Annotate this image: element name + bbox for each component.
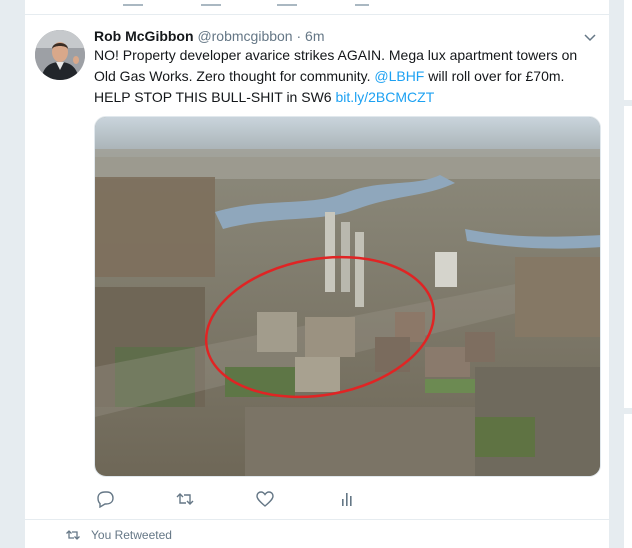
right-edge-divider — [624, 100, 632, 106]
retweeted-label: You Retweeted — [91, 528, 172, 542]
url-link[interactable]: bit.ly/2BCMCZT — [335, 89, 434, 105]
retweet-context-icon — [65, 529, 81, 541]
tweet-divider — [25, 519, 609, 520]
previous-tweet-action-stub — [355, 0, 369, 6]
author-handle[interactable]: @robmcgibbon — [197, 28, 292, 44]
previous-tweet-action-stub — [277, 0, 297, 6]
analytics-icon[interactable] — [337, 490, 357, 508]
reply-icon[interactable] — [95, 490, 115, 509]
retweet-icon[interactable] — [175, 490, 195, 508]
previous-tweet-action-stub — [123, 0, 143, 6]
timeline-column: Rob McGibbon @robmcgibbon · 6m NO! Prope… — [24, 0, 610, 548]
right-edge-strip — [624, 0, 632, 548]
chevron-down-icon[interactable] — [582, 29, 598, 45]
previous-tweet-action-stub — [201, 0, 221, 6]
tweet-header: Rob McGibbon @robmcgibbon · 6m — [94, 27, 325, 45]
tweet-text: NO! Property developer avarice strikes A… — [94, 45, 594, 108]
avatar[interactable] — [35, 30, 85, 80]
separator-dot: · — [296, 28, 302, 44]
tweet-separator — [25, 14, 609, 15]
heart-icon[interactable] — [255, 490, 275, 508]
author-name[interactable]: Rob McGibbon — [94, 28, 194, 44]
mention-link[interactable]: @LBHF — [374, 68, 424, 84]
tweet-image[interactable] — [94, 116, 601, 477]
timestamp[interactable]: 6m — [305, 28, 324, 44]
right-edge-divider — [624, 408, 632, 414]
